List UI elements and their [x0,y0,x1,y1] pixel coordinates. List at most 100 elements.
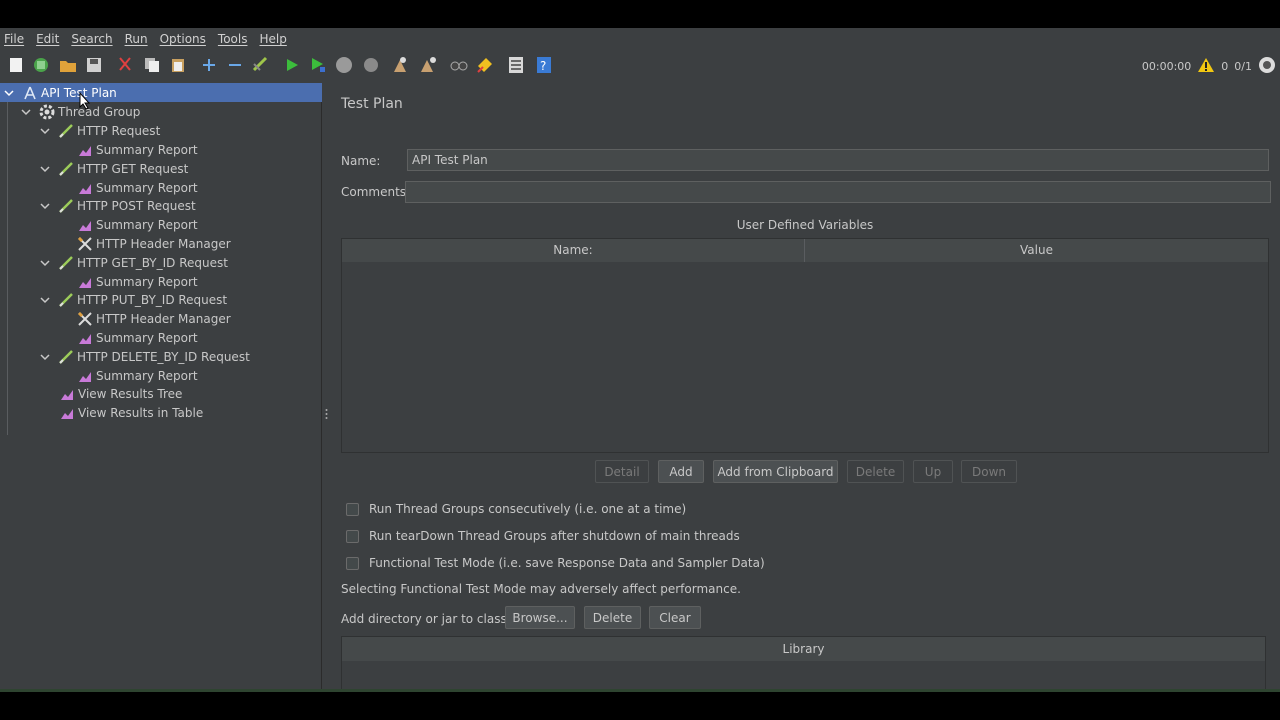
udv-table[interactable]: Name: Value [341,238,1269,453]
open-icon[interactable] [58,55,78,75]
sampler-icon [58,161,74,177]
start-icon[interactable] [282,55,302,75]
tree-node-http-request[interactable]: HTTP Request [40,121,160,140]
chevron-down-icon[interactable] [4,88,14,98]
tree-node-summary-report[interactable]: Summary Report [77,215,198,234]
comments-field[interactable] [405,181,1271,203]
tree-node-test-plan[interactable]: API Test Plan [0,83,322,102]
tree-node-label: HTTP Request [77,123,161,138]
checkbox[interactable] [346,529,359,543]
name-field[interactable]: API Test Plan [407,149,1269,171]
splitter-handle[interactable] [325,408,328,420]
paste-icon[interactable] [168,55,188,75]
tree-node-label: HTTP Header Manager [96,311,231,326]
start-no-pauses-icon[interactable] [308,55,328,75]
expand-icon[interactable] [199,55,219,75]
menu-help[interactable]: Help [259,32,286,46]
menu-tools[interactable]: Tools [218,32,248,46]
tree-node-header-manager[interactable]: HTTP Header Manager [77,234,231,253]
toggle-icon[interactable] [251,55,271,75]
cut-icon[interactable] [115,55,135,75]
tree-node-label: HTTP Header Manager [96,236,231,251]
collapse-icon[interactable] [225,55,245,75]
tree-node-label: HTTP DELETE_BY_ID Request [77,349,250,364]
library-header: Library [342,637,1265,661]
detail-button[interactable]: Detail [595,460,649,483]
clear-all-icon[interactable] [418,55,438,75]
chevron-down-icon[interactable] [21,107,31,117]
delete-classpath-button[interactable]: Delete [584,606,641,629]
clear-icon[interactable] [390,55,410,75]
tree-node-summary-report[interactable]: Summary Report [77,328,198,347]
add-from-clipboard-button[interactable]: Add from Clipboard [713,460,838,483]
menu-bar: File Edit Search Run Options Tools Help [0,28,1280,50]
column-value[interactable]: Value [805,239,1268,262]
tree-node-http-get-by-id-request[interactable]: HTTP GET_BY_ID Request [40,253,228,272]
chevron-down-icon[interactable] [40,295,50,305]
function-helper-icon[interactable] [506,55,526,75]
warning-icon[interactable] [1197,57,1215,76]
teardown-after-shutdown-option[interactable]: Run tearDown Thread Groups after shutdow… [346,529,740,543]
add-button[interactable]: Add [658,460,704,483]
udv-table-header: Name: Value [342,239,1268,262]
functional-test-mode-option[interactable]: Functional Test Mode (i.e. save Response… [346,556,765,570]
down-button[interactable]: Down [961,460,1017,483]
save-icon[interactable] [84,55,104,75]
warning-count: 0 [1221,60,1229,73]
chevron-down-icon[interactable] [40,164,50,174]
clear-button[interactable]: Clear [649,606,701,629]
stop-icon[interactable] [334,55,354,75]
tree-node-http-get-request[interactable]: HTTP GET Request [40,159,188,178]
new-icon[interactable] [6,55,26,75]
tree-node-header-manager[interactable]: HTTP Header Manager [77,309,231,328]
tree-node-label: Thread Group [58,104,141,119]
menu-search[interactable]: Search [71,32,112,46]
elapsed-timer: 00:00:00 [1141,60,1192,73]
chevron-down-icon[interactable] [40,352,50,362]
copy-icon[interactable] [142,55,162,75]
checkbox[interactable] [346,556,359,570]
chevron-down-icon[interactable] [40,201,50,211]
gear-icon [39,104,55,120]
checkbox[interactable] [346,502,359,516]
report-icon [77,274,93,290]
name-label: Name: [341,154,381,168]
report-icon [59,405,75,421]
up-button[interactable]: Up [913,460,953,483]
report-icon [59,386,75,402]
tree-node-http-post-request[interactable]: HTTP POST Request [40,196,196,215]
tree-node-view-results-tree[interactable]: View Results Tree [59,384,182,403]
shutdown-icon[interactable] [361,55,381,75]
chevron-down-icon[interactable] [40,126,50,136]
help-icon[interactable]: ? [534,55,554,75]
tree-node-summary-report[interactable]: Summary Report [77,366,198,385]
tree-node-view-results-table[interactable]: View Results in Table [59,403,203,422]
menu-file[interactable]: File [4,32,24,46]
tree-node-label: HTTP GET_BY_ID Request [77,255,228,270]
column-name[interactable]: Name: [342,239,805,262]
library-table[interactable]: Library [341,636,1266,690]
tree-node-http-delete-by-id-request[interactable]: HTTP DELETE_BY_ID Request [40,347,250,366]
report-icon [77,142,93,158]
menu-run[interactable]: Run [125,32,148,46]
sampler-icon [58,198,74,214]
search-icon[interactable] [449,55,469,75]
reset-search-icon[interactable] [475,55,495,75]
tree-node-summary-report[interactable]: Summary Report [77,140,198,159]
templates-icon[interactable] [31,55,51,75]
report-icon [77,368,93,384]
menu-options[interactable]: Options [160,32,206,46]
tree-node-summary-report[interactable]: Summary Report [77,272,198,291]
tree-node-label: HTTP POST Request [77,198,196,213]
consecutive-thread-groups-option[interactable]: Run Thread Groups consecutively (i.e. on… [346,502,686,516]
report-icon [77,330,93,346]
delete-row-button[interactable]: Delete [847,460,904,483]
chevron-down-icon[interactable] [40,258,50,268]
browse-button[interactable]: Browse... [505,606,575,629]
menu-edit[interactable]: Edit [36,32,59,46]
tree-node-label: Summary Report [96,330,198,345]
tree-node-http-put-by-id-request[interactable]: HTTP PUT_BY_ID Request [40,290,227,309]
active-threads: 0/1 [1234,60,1252,73]
tree-node-summary-report[interactable]: Summary Report [77,178,198,197]
toolbar: ? 00:00:00 0 0/1 [0,50,1280,82]
